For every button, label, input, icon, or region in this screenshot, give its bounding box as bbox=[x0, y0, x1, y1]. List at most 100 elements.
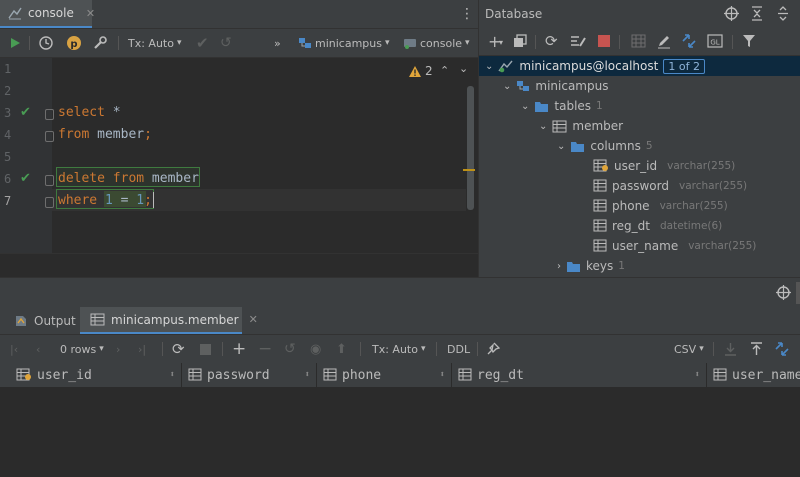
results-toolbar: |‹ ‹ 0 rows ▾ › ›| ⟳ + − ↺ ◉ ⬆ Tx: Auto … bbox=[0, 335, 800, 364]
tree-item-column[interactable]: phone varchar(255) bbox=[593, 196, 728, 216]
toolbar-divider bbox=[732, 35, 733, 49]
import-button[interactable] bbox=[750, 335, 763, 363]
sort-icon[interactable]: ⬍ bbox=[695, 370, 700, 380]
submit-button[interactable]: ⬆ bbox=[336, 335, 347, 363]
edit-icon[interactable] bbox=[656, 33, 672, 49]
column-header-phone[interactable]: phone ⬍ bbox=[317, 363, 452, 387]
tree-item-column[interactable]: password varchar(255) bbox=[593, 176, 747, 196]
transaction-mode-dropdown[interactable]: Tx: Auto ▾ bbox=[128, 29, 182, 57]
results-tx-mode-dropdown[interactable]: Tx: Auto ▾ bbox=[372, 335, 426, 363]
close-icon[interactable]: ✕ bbox=[86, 7, 95, 20]
fold-marker-icon[interactable] bbox=[45, 175, 54, 186]
expand-all-icon[interactable] bbox=[776, 6, 790, 21]
fold-marker-icon[interactable] bbox=[45, 131, 54, 142]
code-line[interactable]: select * bbox=[58, 105, 121, 120]
tree-item-tables[interactable]: ⌄ tables 1 bbox=[521, 96, 603, 116]
chevron-down-icon: ▾ bbox=[385, 38, 390, 48]
inspection-widget[interactable]: 2 bbox=[408, 64, 433, 78]
ddl-button[interactable]: DDL bbox=[447, 335, 470, 363]
close-icon[interactable]: ✕ bbox=[249, 313, 258, 326]
more-options-icon[interactable]: ⋮ bbox=[460, 6, 474, 22]
tab-output[interactable]: Output bbox=[0, 307, 76, 334]
add-row-button[interactable]: + bbox=[232, 335, 246, 363]
reload-button[interactable]: ⟳ bbox=[172, 335, 185, 363]
parameters-button[interactable]: p bbox=[66, 29, 82, 57]
code-line[interactable]: from member; bbox=[58, 127, 152, 142]
column-header-password[interactable]: password ⬍ bbox=[182, 363, 317, 387]
export-format-dropdown[interactable]: CSV ▾ bbox=[674, 335, 704, 363]
tree-item-columns[interactable]: ⌄ columns 5 bbox=[557, 136, 653, 156]
editor-scrollbar[interactable] bbox=[467, 86, 474, 210]
rows-dropdown[interactable]: 0 rows ▾ bbox=[60, 335, 104, 363]
session-dropdown[interactable]: console ▾ bbox=[403, 29, 470, 57]
compare-button[interactable] bbox=[774, 335, 790, 363]
editor-pane: console ✕ ⋮ p Tx: Auto ▾ ✔ ↺ » minicampu… bbox=[0, 0, 478, 278]
results-grid-body[interactable] bbox=[0, 388, 800, 477]
fold-marker-icon[interactable] bbox=[45, 109, 54, 120]
next-page-button[interactable]: › bbox=[116, 335, 120, 363]
table-view-icon[interactable] bbox=[631, 34, 646, 48]
chevron-up-icon[interactable]: ⌃ bbox=[440, 64, 449, 77]
code-line[interactable]: where 1 = 1; bbox=[58, 193, 152, 208]
stop-button[interactable] bbox=[200, 335, 211, 363]
column-icon bbox=[593, 179, 607, 193]
filter-icon[interactable] bbox=[742, 34, 756, 48]
column-header-label: password bbox=[207, 367, 270, 383]
tables-count: 1 bbox=[596, 100, 603, 112]
sort-icon[interactable]: ⬍ bbox=[305, 370, 310, 380]
stop-icon[interactable] bbox=[598, 35, 610, 47]
run-button[interactable] bbox=[8, 29, 22, 57]
column-header-user-name[interactable]: user_name bbox=[707, 363, 800, 387]
editor-toolbar: p Tx: Auto ▾ ✔ ↺ » minicampus ▾ console … bbox=[0, 29, 478, 58]
chevron-down-icon[interactable]: ⌄ bbox=[459, 62, 468, 75]
revert-button[interactable]: ↺ bbox=[284, 335, 296, 363]
preview-button[interactable]: ◉ bbox=[310, 335, 321, 363]
tab-member-table[interactable]: minicampus.member ✕ bbox=[80, 307, 258, 334]
chevron-left-icon: ‹ bbox=[36, 342, 41, 356]
tab-console[interactable]: console ✕ bbox=[0, 0, 95, 28]
chevron-down-icon[interactable]: ▾ bbox=[499, 38, 503, 47]
tree-item-table-member[interactable]: ⌄ member bbox=[539, 116, 623, 136]
pin-button[interactable] bbox=[486, 335, 500, 363]
database-tool-window: Database + ▾ ⟳ GL ⌄ minicampus@localhost… bbox=[478, 0, 800, 277]
jump-arrows-icon[interactable] bbox=[681, 33, 697, 49]
crosshair-icon[interactable] bbox=[776, 285, 791, 300]
schema-settings-icon[interactable] bbox=[570, 34, 586, 48]
column-header-user-id[interactable]: user_id ⬍ bbox=[10, 363, 182, 387]
line-number: 3 bbox=[4, 106, 12, 120]
export-button[interactable] bbox=[724, 335, 737, 363]
toolbar-divider bbox=[360, 342, 361, 356]
tree-item-column[interactable]: reg_dt datetime(6) bbox=[593, 216, 722, 236]
fold-marker-icon[interactable] bbox=[45, 197, 54, 208]
play-icon bbox=[8, 36, 22, 50]
undo-icon: ↺ bbox=[284, 341, 296, 357]
code-line[interactable]: delete from member bbox=[58, 171, 199, 186]
toolbar-divider bbox=[29, 36, 30, 50]
sort-icon[interactable]: ⬍ bbox=[170, 370, 175, 380]
commit-button[interactable]: ✔ bbox=[196, 29, 209, 57]
console-gl-icon[interactable]: GL bbox=[707, 34, 723, 48]
chevron-down-icon: ⌄ bbox=[557, 140, 566, 152]
delete-row-button[interactable]: − bbox=[258, 335, 272, 363]
tree-item-connection[interactable]: ⌄ minicampus@localhost 1 of 2 bbox=[485, 56, 705, 76]
datasource-dropdown[interactable]: minicampus ▾ bbox=[298, 29, 390, 57]
duplicate-icon[interactable] bbox=[513, 34, 527, 48]
sort-icon[interactable]: ⬍ bbox=[440, 370, 445, 380]
history-button[interactable] bbox=[38, 29, 54, 57]
tree-item-keys[interactable]: › keys 1 bbox=[557, 256, 625, 276]
refresh-icon[interactable]: ⟳ bbox=[545, 32, 558, 50]
settings-button[interactable] bbox=[92, 29, 108, 57]
first-page-button[interactable]: |‹ bbox=[10, 335, 18, 363]
column-header-reg-dt[interactable]: reg_dt ⬍ bbox=[452, 363, 707, 387]
tree-item-schema[interactable]: ⌄ minicampus bbox=[503, 76, 608, 96]
tree-item-column[interactable]: user_id varchar(255) bbox=[593, 156, 735, 176]
collapse-all-icon[interactable] bbox=[750, 6, 764, 21]
output-tab-label: Output bbox=[34, 313, 76, 328]
more-toolbar-button[interactable]: » bbox=[274, 29, 281, 57]
services-scrollbar[interactable] bbox=[796, 282, 800, 304]
rollback-button[interactable]: ↺ bbox=[220, 29, 232, 57]
last-page-button[interactable]: ›| bbox=[138, 335, 146, 363]
tree-item-column[interactable]: user_name varchar(255) bbox=[593, 236, 756, 256]
crosshair-icon[interactable] bbox=[724, 6, 739, 21]
previous-page-button[interactable]: ‹ bbox=[36, 335, 40, 363]
